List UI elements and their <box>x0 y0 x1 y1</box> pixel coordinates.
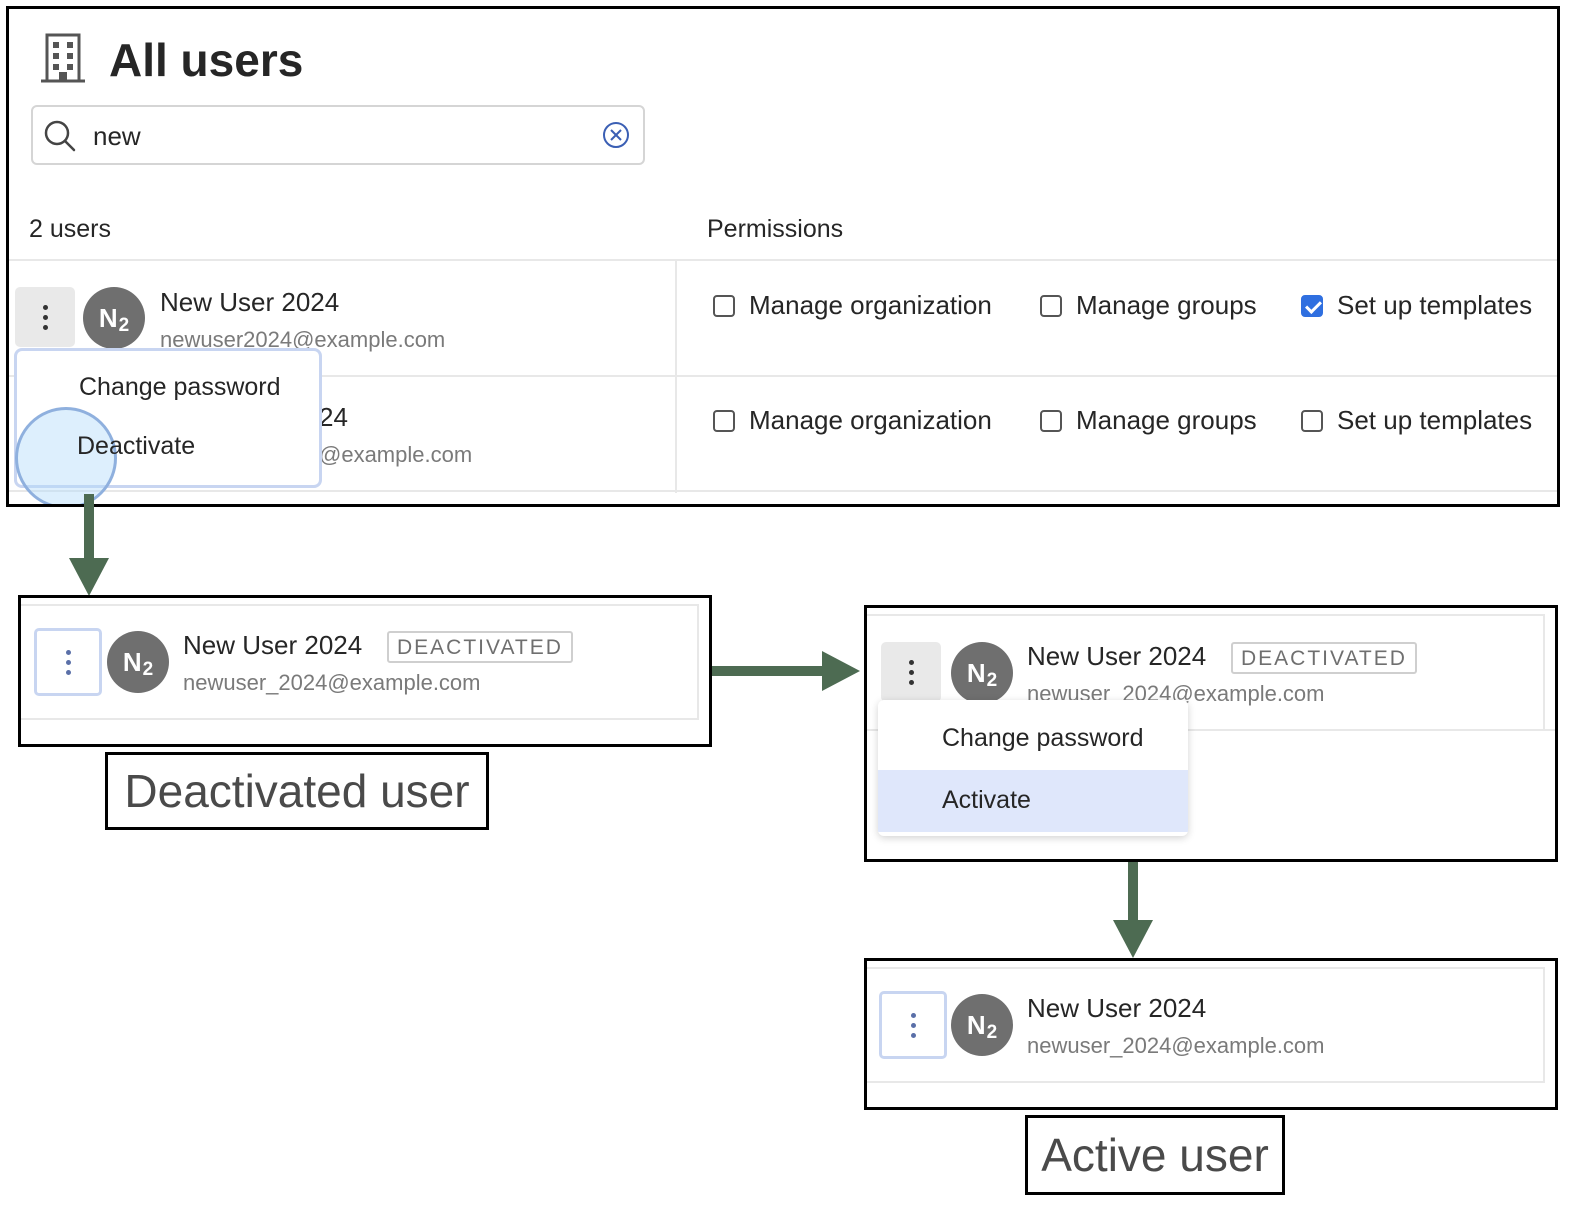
active-user-panel: N2 New User 2024 newuser_2024@example.co… <box>864 958 1558 1110</box>
avatar: N2 <box>951 994 1013 1056</box>
kebab-menu-icon <box>42 304 48 330</box>
divider <box>867 614 1543 616</box>
checkbox-checked[interactable] <box>1301 294 1323 317</box>
permission-set-up-templates[interactable]: Set up templates <box>1301 405 1532 436</box>
column-divider <box>675 261 677 493</box>
status-badge: DEACTIVATED <box>1231 642 1417 674</box>
column-divider <box>697 604 699 720</box>
divider <box>9 259 1557 261</box>
kebab-menu-icon <box>910 1012 916 1038</box>
search-input[interactable] <box>91 115 575 157</box>
caption-box: Active user <box>1025 1115 1285 1195</box>
checkbox[interactable] <box>1040 294 1062 317</box>
checkbox[interactable] <box>1040 409 1062 432</box>
permission-manage-groups[interactable]: Manage groups <box>1040 405 1257 436</box>
divider <box>867 967 1543 969</box>
permissions-header: Permissions <box>707 215 844 243</box>
search-box[interactable] <box>31 105 645 165</box>
status-badge: DEACTIVATED <box>387 631 573 663</box>
row-actions-button[interactable] <box>15 287 75 347</box>
arrow-head <box>1113 920 1153 958</box>
kebab-menu-icon <box>908 659 914 685</box>
search-icon <box>44 120 76 152</box>
avatar: N2 <box>107 631 169 693</box>
caption-box: Deactivated user <box>105 752 489 830</box>
checkbox[interactable] <box>713 294 735 317</box>
kebab-menu-icon <box>65 649 71 675</box>
caption-deactivated-user: Deactivated user <box>124 765 470 817</box>
row-actions-menu: Change password Activate <box>878 700 1188 836</box>
user-name: New User 2024 <box>1027 641 1207 671</box>
row-actions-button[interactable] <box>879 991 947 1059</box>
caption-active-user: Active user <box>1041 1129 1269 1181</box>
column-divider <box>1543 967 1545 1083</box>
divider <box>867 1081 1543 1083</box>
menu-item-change-password[interactable]: Change password <box>79 373 281 402</box>
checkbox[interactable] <box>713 409 735 432</box>
user-email: newuser_2024@example.com <box>1027 1033 1325 1058</box>
menu-item-deactivate[interactable]: Deactivate <box>77 432 195 461</box>
row-actions-button[interactable] <box>34 628 102 696</box>
flow-arrow-down <box>84 494 94 562</box>
user-email-partial: @example.com <box>319 442 473 467</box>
menu-item-change-password[interactable]: Change password <box>942 724 1144 753</box>
flow-arrow-right <box>712 666 824 676</box>
row-actions-button[interactable] <box>881 642 941 702</box>
divider <box>21 718 697 720</box>
user-email: newuser_2024@example.com <box>183 670 481 695</box>
permission-manage-groups[interactable]: Manage groups <box>1040 290 1257 321</box>
permission-manage-organization[interactable]: Manage organization <box>713 405 992 436</box>
clear-circle-x-icon[interactable] <box>601 120 631 150</box>
user-name: New User 2024 <box>160 287 340 317</box>
user-name: New User 2024 <box>1027 993 1207 1023</box>
page-title: All users <box>109 34 304 86</box>
menu-item-activate[interactable]: Activate <box>942 786 1031 815</box>
checkbox[interactable] <box>1301 409 1323 432</box>
building-icon <box>41 33 85 83</box>
arrow-head <box>69 558 109 596</box>
avatar: N2 <box>951 642 1013 704</box>
all-users-panel: All users 2 users Permissions N2 New Use… <box>6 6 1560 507</box>
column-divider <box>1543 614 1545 731</box>
user-name: New User 2024 <box>183 630 363 660</box>
user-name-partial: 24 <box>319 402 348 432</box>
arrow-head <box>822 651 860 691</box>
menu-item-highlight <box>878 770 1188 832</box>
divider <box>21 604 697 606</box>
permission-set-up-templates[interactable]: Set up templates <box>1301 290 1532 321</box>
flow-arrow-down <box>1128 854 1138 924</box>
users-count: 2 users <box>29 215 111 243</box>
avatar: N2 <box>83 287 145 349</box>
divider <box>9 490 1557 492</box>
deactivated-user-panel: N2 New User 2024 DEACTIVATED newuser_202… <box>18 595 712 747</box>
permission-manage-organization[interactable]: Manage organization <box>713 290 992 321</box>
